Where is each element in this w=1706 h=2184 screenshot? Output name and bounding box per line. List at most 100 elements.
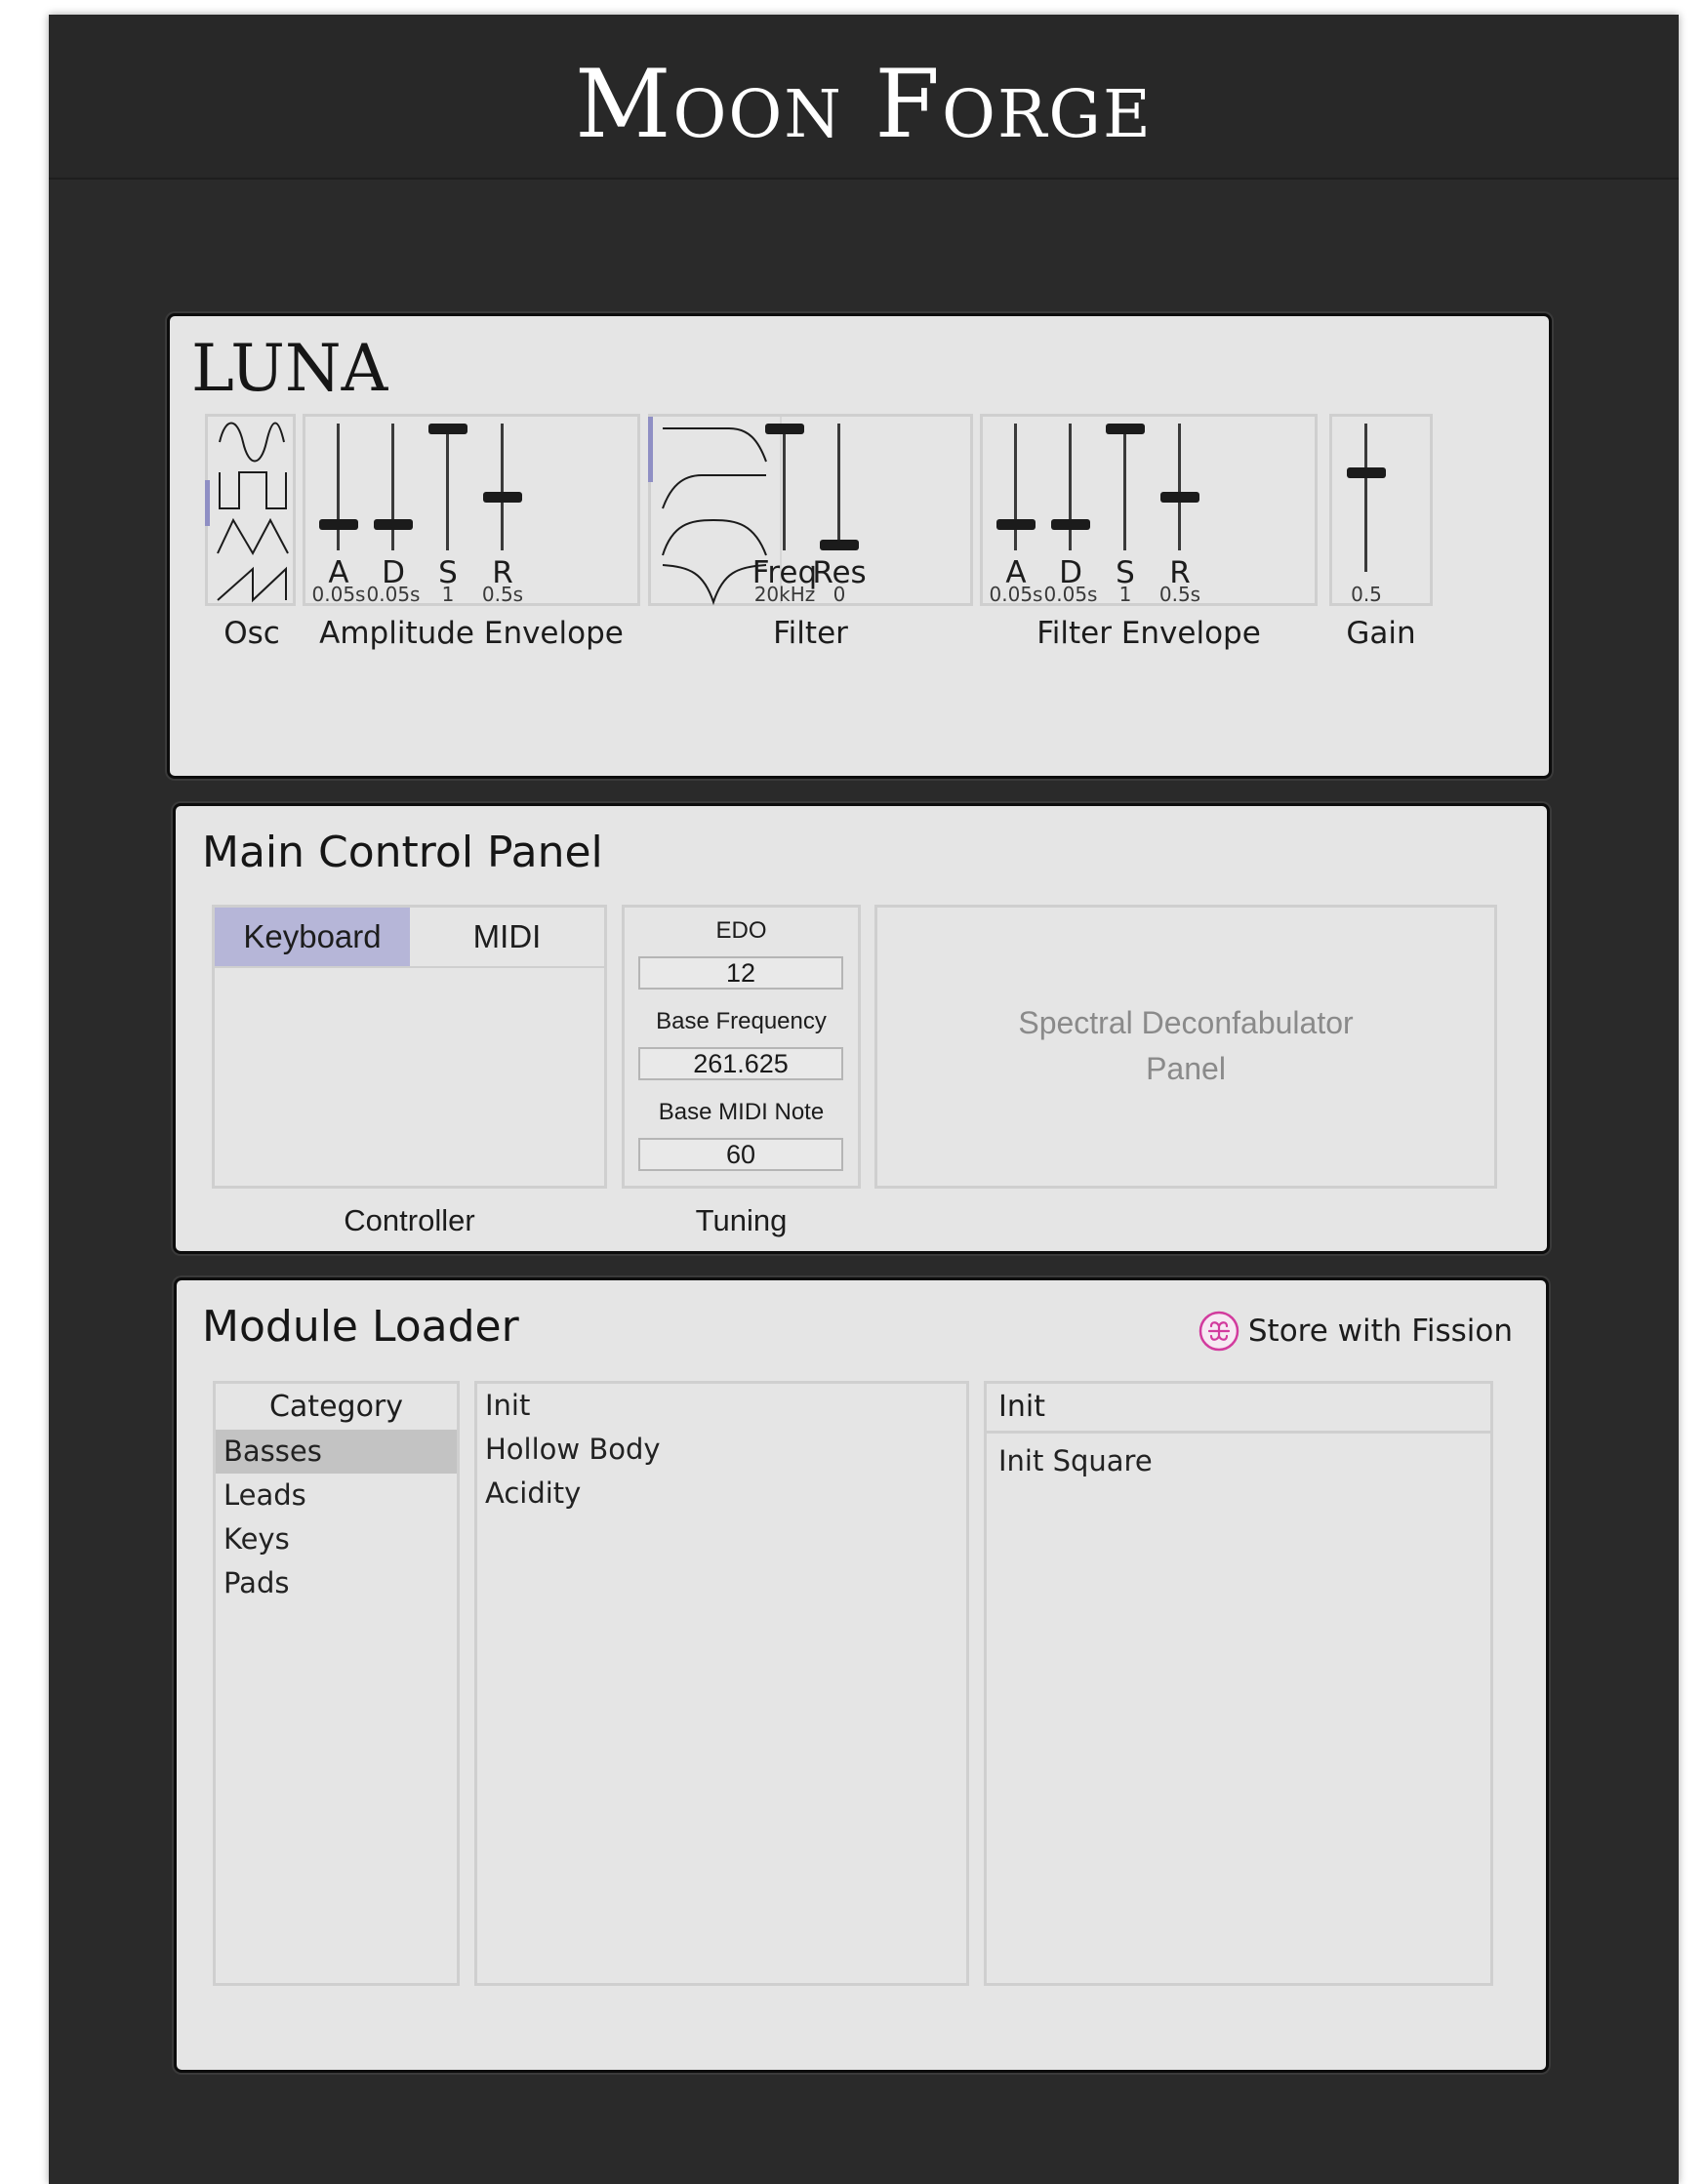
app-title: Moon Forge — [575, 50, 1153, 159]
slider-track — [391, 424, 394, 550]
slider-thumb[interactable] — [820, 540, 859, 550]
slider-thumb[interactable] — [765, 424, 804, 434]
store-with-fission-label: Store with Fission — [1247, 1314, 1513, 1349]
slider-thumb[interactable] — [1160, 492, 1199, 504]
patch-items: Init Hollow Body Acidity — [477, 1384, 966, 1516]
spectral-deconfabulator-panel: Spectral Deconfabulator Panel — [874, 905, 1497, 1189]
filter-env-slider-s[interactable] — [1106, 424, 1145, 550]
category-header: Category — [268, 1390, 404, 1424]
amp-env-slider-s[interactable] — [428, 424, 467, 550]
base-midi-note-label: Base MIDI Note — [658, 1099, 825, 1125]
osc-selector — [205, 414, 296, 606]
amp-env-slider-a[interactable] — [319, 424, 358, 550]
amp-envelope-module: A 0.05s D 0.05s S 1 R 0.5s — [303, 414, 640, 606]
slider-track — [501, 424, 504, 550]
app-header: Moon Forge — [49, 15, 1679, 180]
bandpass-icon[interactable] — [651, 514, 780, 558]
filter-envelope-module: A 0.05s D 0.05s S 1 R 0.5s — [980, 414, 1318, 606]
slider-track — [337, 424, 340, 550]
app-window: Moon Forge LUNA Osc A 0.05s D 0.05s S 1 R 0.5s … — [49, 15, 1679, 2184]
sawtooth-wave-icon[interactable] — [208, 561, 293, 605]
filter-env-slider-d[interactable] — [1051, 424, 1090, 550]
category-items: Basses Leads Keys Pads — [216, 1430, 457, 1605]
patch-detail-items: Init Square — [987, 1434, 1490, 1483]
slider-track — [1123, 424, 1126, 550]
main-control-title: Main Control Panel — [202, 828, 603, 877]
gain-label: Gain — [1346, 616, 1416, 651]
category-list-item[interactable]: Keys — [216, 1517, 457, 1561]
patch-list-item[interactable]: Acidity — [477, 1472, 966, 1516]
module-loader-panel: Module Loader Store with Fission Categor… — [174, 1277, 1549, 2073]
spectral-line-2: Panel — [1146, 1051, 1226, 1086]
store-with-fission-button[interactable]: Store with Fission — [1198, 1310, 1513, 1353]
slider-thumb[interactable] — [374, 518, 413, 530]
filter-module: Freq 20kHz Res 0 — [648, 414, 973, 606]
amp-env-slider-d[interactable] — [374, 424, 413, 550]
lowpass-icon[interactable] — [651, 421, 780, 465]
edo-input[interactable] — [638, 956, 843, 990]
base-midi-note-input[interactable] — [638, 1138, 843, 1171]
slider-thumb[interactable] — [996, 518, 1036, 530]
luna-title: LUNA — [191, 331, 388, 406]
amp-env-value-r: 0.5s — [481, 583, 524, 606]
patch-list-item[interactable]: Init — [477, 1384, 966, 1428]
filter-slider-res[interactable] — [820, 424, 859, 550]
fission-icon — [1198, 1311, 1239, 1352]
osc-label: Osc — [223, 616, 280, 651]
main-control-panel: Main Control Panel Keyboard MIDI Control… — [173, 803, 1550, 1254]
slider-thumb[interactable] — [1106, 424, 1145, 434]
tab-midi[interactable]: MIDI — [410, 908, 604, 968]
sine-wave-icon[interactable] — [208, 421, 293, 465]
category-list-item[interactable]: Pads — [216, 1561, 457, 1605]
filter-slider-freq[interactable] — [765, 424, 804, 550]
slider-track — [446, 424, 449, 550]
tuning-box: EDO Base Frequency Base MIDI Note — [622, 905, 861, 1189]
tab-keyboard-label: Keyboard — [243, 918, 382, 954]
controller-box: Keyboard MIDI — [212, 905, 607, 1189]
gain-module: 0.5 — [1329, 414, 1433, 606]
patch-list: Init Hollow Body Acidity — [474, 1381, 969, 1986]
base-frequency-input[interactable] — [638, 1047, 843, 1080]
module-loader-title: Module Loader — [202, 1302, 519, 1352]
slider-track — [1069, 424, 1072, 550]
tab-midi-label: MIDI — [472, 918, 542, 954]
slider-track — [1364, 424, 1367, 572]
filter-env-value-r: 0.5s — [1158, 583, 1201, 606]
filter-envelope-label: Filter Envelope — [1036, 616, 1261, 651]
slider-thumb[interactable] — [428, 424, 467, 434]
highpass-icon[interactable] — [651, 467, 780, 511]
slider-track — [783, 424, 786, 550]
amp-envelope-label: Amplitude Envelope — [319, 616, 624, 651]
category-list: Category Basses Leads Keys Pads — [213, 1381, 460, 1986]
filter-env-slider-r[interactable] — [1160, 424, 1199, 550]
spectral-panel-text: Spectral Deconfabulator Panel — [877, 1000, 1494, 1092]
patch-detail: Init Init Square — [984, 1381, 1493, 1986]
square-wave-icon[interactable] — [208, 467, 293, 511]
filter-label: Filter — [773, 616, 848, 651]
base-frequency-label: Base Frequency — [656, 1008, 827, 1034]
gain-value-0: 0.5 — [1351, 583, 1382, 606]
filter-env-slider-a[interactable] — [996, 424, 1036, 550]
controller-label: Controller — [344, 1203, 475, 1237]
patch-list-item[interactable]: Hollow Body — [477, 1428, 966, 1472]
spectral-line-1: Spectral Deconfabulator — [1018, 1005, 1354, 1040]
slider-thumb[interactable] — [319, 518, 358, 530]
amp-env-slider-r[interactable] — [483, 424, 522, 550]
gain-slider-[interactable] — [1347, 424, 1386, 572]
slider-track — [1178, 424, 1181, 550]
category-list-item[interactable]: Leads — [216, 1474, 457, 1517]
slider-track — [1014, 424, 1017, 550]
tuning-label: Tuning — [695, 1203, 788, 1237]
slider-thumb[interactable] — [1347, 467, 1386, 479]
category-list-item[interactable]: Basses — [216, 1430, 457, 1474]
edo-label: EDO — [715, 917, 767, 944]
patch-detail-header: Init — [987, 1384, 1490, 1434]
triangle-wave-icon[interactable] — [208, 514, 293, 558]
slider-track — [837, 424, 840, 550]
patch-detail-item[interactable]: Init Square — [987, 1439, 1490, 1483]
filter-value-res: 0 — [833, 583, 846, 606]
slider-thumb[interactable] — [1051, 518, 1090, 530]
tab-keyboard[interactable]: Keyboard — [215, 908, 410, 968]
luna-synth-panel: LUNA Osc A 0.05s D 0.05s S 1 R 0.5s Amplitude E… — [167, 313, 1552, 779]
slider-thumb[interactable] — [483, 492, 522, 504]
